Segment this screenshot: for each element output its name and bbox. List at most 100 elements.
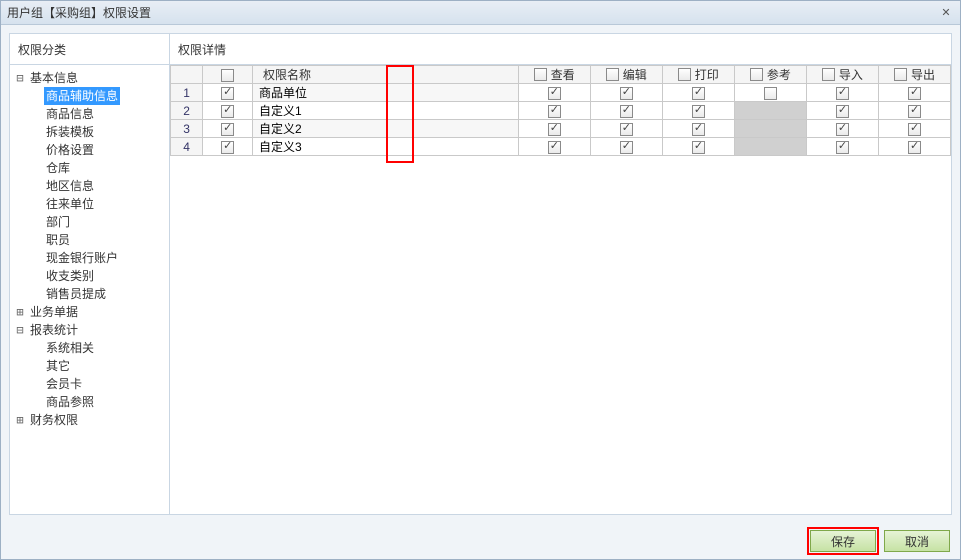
cell-print[interactable] [662, 102, 734, 120]
tree-label[interactable]: 商品辅助信息 [44, 87, 120, 105]
checkbox-icon[interactable] [908, 123, 921, 136]
cell-print[interactable] [662, 84, 734, 102]
tree-label[interactable]: 财务权限 [28, 411, 80, 429]
cell-export[interactable] [878, 138, 950, 156]
tree-node[interactable]: 部门 [40, 213, 169, 231]
tree-label[interactable]: 基本信息 [28, 69, 80, 87]
checkbox-icon[interactable] [221, 87, 234, 100]
tree-label[interactable]: 会员卡 [44, 375, 84, 393]
checkbox-icon[interactable] [894, 68, 907, 81]
cell-view[interactable] [518, 84, 590, 102]
tree-label[interactable]: 销售员提成 [44, 285, 108, 303]
tree-label[interactable]: 仓库 [44, 159, 72, 177]
checkbox-icon[interactable] [620, 123, 633, 136]
cell-import[interactable] [806, 120, 878, 138]
checkbox-icon[interactable] [548, 141, 561, 154]
cell-view[interactable] [518, 120, 590, 138]
tree-label[interactable]: 现金银行账户 [44, 249, 120, 267]
cell-edit[interactable] [590, 102, 662, 120]
plus-icon[interactable]: ⊞ [14, 303, 26, 321]
cell-import[interactable] [806, 102, 878, 120]
tree-node[interactable]: 现金银行账户 [40, 249, 169, 267]
close-icon[interactable]: ✕ [938, 6, 954, 20]
col-export[interactable]: 导出 [878, 66, 950, 84]
cell-export[interactable] [878, 120, 950, 138]
checkbox-icon[interactable] [908, 87, 921, 100]
col-view[interactable]: 查看 [518, 66, 590, 84]
tree-node[interactable]: 商品信息 [40, 105, 169, 123]
cell-ref[interactable] [734, 84, 806, 102]
save-button[interactable]: 保存 [810, 530, 876, 552]
checkbox-icon[interactable] [836, 87, 849, 100]
tree-node[interactable]: 系统相关 [40, 339, 169, 357]
cell-edit[interactable] [590, 120, 662, 138]
checkbox-icon[interactable] [548, 105, 561, 118]
checkbox-icon[interactable] [221, 141, 234, 154]
plus-icon[interactable]: ⊞ [14, 411, 26, 429]
tree-label[interactable]: 部门 [44, 213, 72, 231]
tree-label[interactable]: 商品信息 [44, 105, 96, 123]
checkbox-icon[interactable] [750, 68, 763, 81]
cell-import[interactable] [806, 138, 878, 156]
checkbox-icon[interactable] [221, 123, 234, 136]
checkbox-icon[interactable] [620, 105, 633, 118]
tree-node[interactable]: 收支类别 [40, 267, 169, 285]
checkbox-icon[interactable] [534, 68, 547, 81]
tree-label[interactable]: 地区信息 [44, 177, 96, 195]
cell-select[interactable] [203, 138, 253, 156]
checkbox-icon[interactable] [548, 87, 561, 100]
tree-node[interactable]: ⊞业务单据 [10, 303, 169, 321]
cancel-button[interactable]: 取消 [884, 530, 950, 552]
tree-label[interactable]: 报表统计 [28, 321, 80, 339]
checkbox-icon[interactable] [221, 105, 234, 118]
cell-select[interactable] [203, 120, 253, 138]
cell-export[interactable] [878, 84, 950, 102]
col-print[interactable]: 打印 [662, 66, 734, 84]
tree-node[interactable]: 商品辅助信息 [40, 87, 169, 105]
cell-edit[interactable] [590, 84, 662, 102]
checkbox-icon[interactable] [692, 141, 705, 154]
cell-export[interactable] [878, 102, 950, 120]
tree-label[interactable]: 职员 [44, 231, 72, 249]
tree-label[interactable]: 收支类别 [44, 267, 96, 285]
checkbox-icon[interactable] [620, 87, 633, 100]
tree-node[interactable]: 商品参照 [40, 393, 169, 411]
checkbox-icon[interactable] [908, 105, 921, 118]
tree-label[interactable]: 其它 [44, 357, 72, 375]
tree-label[interactable]: 价格设置 [44, 141, 96, 159]
tree-label[interactable]: 系统相关 [44, 339, 96, 357]
checkbox-icon[interactable] [606, 68, 619, 81]
tree-node[interactable]: 其它 [40, 357, 169, 375]
checkbox-icon[interactable] [692, 87, 705, 100]
checkbox-icon[interactable] [908, 141, 921, 154]
tree-node[interactable]: ⊟报表统计 [10, 321, 169, 339]
checkbox-icon[interactable] [221, 69, 234, 82]
cell-edit[interactable] [590, 138, 662, 156]
col-ref[interactable]: 参考 [734, 66, 806, 84]
tree-node[interactable]: 销售员提成 [40, 285, 169, 303]
checkbox-icon[interactable] [548, 123, 561, 136]
col-select-all[interactable] [203, 66, 253, 84]
cell-import[interactable] [806, 84, 878, 102]
checkbox-icon[interactable] [836, 105, 849, 118]
tree-node[interactable]: 地区信息 [40, 177, 169, 195]
tree-node[interactable]: 拆装模板 [40, 123, 169, 141]
tree-node[interactable]: ⊞财务权限 [10, 411, 169, 429]
tree-label[interactable]: 业务单据 [28, 303, 80, 321]
checkbox-icon[interactable] [692, 123, 705, 136]
tree-node[interactable]: 价格设置 [40, 141, 169, 159]
checkbox-icon[interactable] [822, 68, 835, 81]
tree-label[interactable]: 拆装模板 [44, 123, 96, 141]
tree-label[interactable]: 商品参照 [44, 393, 96, 411]
cell-print[interactable] [662, 120, 734, 138]
col-edit[interactable]: 编辑 [590, 66, 662, 84]
checkbox-icon[interactable] [836, 123, 849, 136]
minus-icon[interactable]: ⊟ [14, 69, 26, 87]
cell-print[interactable] [662, 138, 734, 156]
tree-node[interactable]: ⊟基本信息 [10, 69, 169, 87]
cell-select[interactable] [203, 84, 253, 102]
cell-view[interactable] [518, 138, 590, 156]
checkbox-icon[interactable] [836, 141, 849, 154]
tree-node[interactable]: 仓库 [40, 159, 169, 177]
tree-node[interactable]: 往来单位 [40, 195, 169, 213]
